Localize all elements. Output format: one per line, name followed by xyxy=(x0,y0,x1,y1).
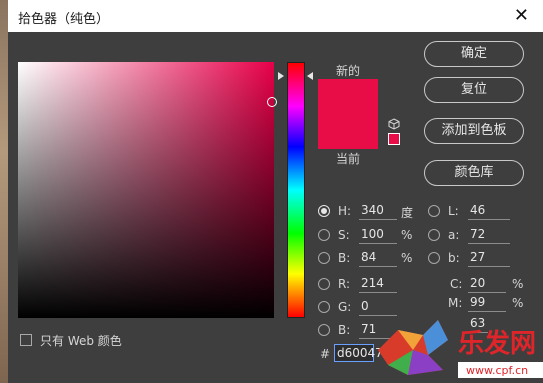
h-label: H: xyxy=(338,204,352,218)
a-label: a: xyxy=(448,228,460,242)
hue-slider[interactable] xyxy=(287,62,305,318)
window-title: 拾色器（纯色） xyxy=(18,12,110,27)
lab-b-label: b: xyxy=(448,251,460,265)
a-input[interactable]: 72 xyxy=(468,226,510,244)
g-radio[interactable] xyxy=(318,301,330,313)
color-picker-dialog: 拾色器（纯色） ✕ 新的 当前 确定 复位 添加到色板 颜色库 H: 340 度… xyxy=(8,0,543,383)
c-input[interactable]: 20 xyxy=(468,275,506,293)
add-to-swatches-button[interactable]: 添加到色板 xyxy=(424,118,524,144)
c-unit: % xyxy=(512,277,524,291)
new-color-label: 新的 xyxy=(336,64,361,78)
l-radio[interactable] xyxy=(428,205,440,217)
hue-slider-right-arrow-icon[interactable] xyxy=(307,72,313,80)
s-input[interactable]: 100 xyxy=(359,226,397,244)
h-input[interactable]: 340 xyxy=(359,202,397,220)
watermark-logo: 乐发网 www.cpf.cn xyxy=(378,320,543,378)
b-input[interactable]: 84 xyxy=(359,249,397,267)
saturation-brightness-field[interactable] xyxy=(18,62,274,318)
m-unit: % xyxy=(512,296,524,310)
close-icon[interactable]: ✕ xyxy=(514,5,529,26)
reset-button[interactable]: 复位 xyxy=(424,77,524,103)
h-radio[interactable] xyxy=(318,205,330,217)
color-field-cursor[interactable] xyxy=(267,97,277,107)
l-label: L: xyxy=(448,204,459,218)
b-label: B: xyxy=(338,251,351,265)
ok-button[interactable]: 确定 xyxy=(424,41,524,67)
r-radio[interactable] xyxy=(318,278,330,290)
s-label: S: xyxy=(338,228,350,242)
b-radio[interactable] xyxy=(318,252,330,264)
lab-b-input[interactable]: 27 xyxy=(468,249,510,267)
current-color-swatch[interactable] xyxy=(318,117,378,149)
watermark-url: www.cpf.cn xyxy=(466,364,528,377)
watermark-text: 乐发网 xyxy=(458,328,536,359)
c-label: C: xyxy=(450,277,463,291)
a-radio[interactable] xyxy=(428,229,440,241)
l-input[interactable]: 46 xyxy=(468,202,510,220)
title-bar: 拾色器（纯色） ✕ xyxy=(8,0,543,32)
web-safe-color-swatch[interactable] xyxy=(388,133,400,145)
color-libraries-button[interactable]: 颜色库 xyxy=(424,160,524,186)
web-colors-only-checkbox[interactable] xyxy=(20,334,32,346)
r-label: R: xyxy=(338,277,351,291)
new-color-swatch xyxy=(318,79,378,117)
r-input[interactable]: 214 xyxy=(359,275,397,293)
m-label: M: xyxy=(448,296,463,310)
web-colors-only-label: 只有 Web 颜色 xyxy=(40,334,122,348)
lab-b-radio[interactable] xyxy=(428,252,440,264)
b-unit: % xyxy=(401,251,413,265)
rgb-b-radio[interactable] xyxy=(318,324,330,336)
hex-label: # xyxy=(320,347,331,361)
g-label: G: xyxy=(338,300,352,314)
h-unit: 度 xyxy=(401,206,414,220)
s-radio[interactable] xyxy=(318,229,330,241)
web-safe-cube-icon[interactable] xyxy=(388,118,400,130)
s-unit: % xyxy=(401,228,413,242)
current-color-label: 当前 xyxy=(336,152,361,166)
hue-slider-left-arrow-icon[interactable] xyxy=(278,72,284,80)
rgb-b-label: B: xyxy=(338,323,351,337)
